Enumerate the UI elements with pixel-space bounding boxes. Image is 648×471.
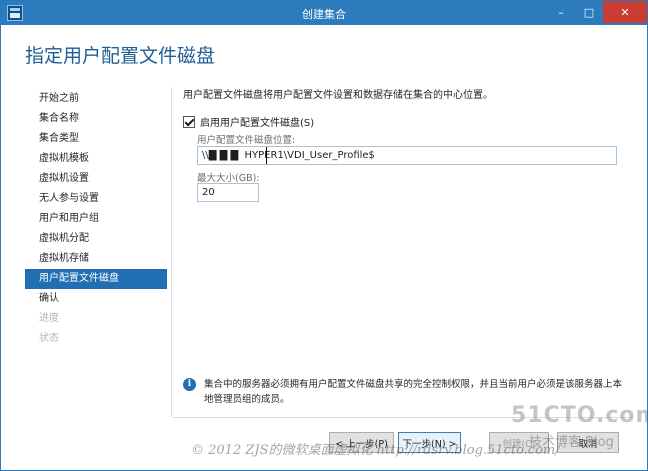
wizard-nav: 开始之前 集合名称 集合类型 虚拟机模板 虚拟机设置 无人参与设置 用户和用户组… — [25, 89, 167, 349]
page-description: 用户配置文件磁盘将用户配置文件设置和数据存储在集合的中心位置。 — [183, 90, 493, 101]
nav-item-vm-storage[interactable]: 虚拟机存储 — [25, 249, 167, 269]
nav-item-before-you-begin[interactable]: 开始之前 — [25, 89, 167, 109]
title-bar[interactable]: 创建集合 – □ ✕ — [1, 1, 647, 25]
nav-item-users-and-groups[interactable]: 用户和用户组 — [25, 209, 167, 229]
nav-item-user-profile-disks[interactable]: 用户配置文件磁盘 — [25, 269, 167, 289]
upd-location-label: 用户配置文件磁盘位置: — [197, 135, 296, 146]
max-size-input[interactable] — [197, 183, 259, 202]
page-title: 指定用户配置文件磁盘 — [25, 45, 216, 67]
nav-item-vm-allocation[interactable]: 虚拟机分配 — [25, 229, 167, 249]
watermark-text: © 2012 ZJS的微软桌面虚拟化 http://rdsrv.blog.51c… — [191, 443, 560, 458]
watermark-logo: 51CTO.com — [511, 403, 648, 428]
nav-item-collection-type[interactable]: 集合类型 — [25, 129, 167, 149]
maximize-icon[interactable]: □ — [575, 1, 603, 23]
nav-item-results: 状态 — [39, 333, 59, 344]
caption-buttons: – □ ✕ — [547, 1, 647, 25]
nav-item-confirmation[interactable]: 确认 — [25, 289, 167, 309]
upd-location-input[interactable] — [197, 146, 617, 165]
nav-item-collection-name[interactable]: 集合名称 — [25, 109, 167, 129]
enable-upd-label: 启用用户配置文件磁盘(S) — [200, 118, 315, 129]
info-icon: i — [183, 378, 196, 391]
nav-divider — [171, 87, 172, 417]
enable-upd-checkbox[interactable] — [183, 115, 195, 128]
max-size-label: 最大大小(GB): — [197, 173, 260, 184]
main-content: 用户配置文件磁盘将用户配置文件设置和数据存储在集合的中心位置。 启用用户配置文件… — [183, 86, 623, 202]
text-cursor — [266, 147, 267, 164]
enable-upd-checkbox-row[interactable]: 启用用户配置文件磁盘(S) — [183, 114, 314, 129]
nav-item-vm-template[interactable]: 虚拟机模板 — [25, 149, 167, 169]
create-collection-dialog: 创建集合 – □ ✕ 指定用户配置文件磁盘 开始之前 集合名称 集合类型 虚拟机… — [0, 0, 648, 471]
nav-item-vm-settings[interactable]: 虚拟机设置 — [25, 169, 167, 189]
nav-item-unattended-settings[interactable]: 无人参与设置 — [25, 189, 167, 209]
close-icon[interactable]: ✕ — [603, 1, 647, 23]
nav-item-progress: 进度 — [39, 313, 59, 324]
minimize-icon[interactable]: – — [547, 1, 575, 23]
